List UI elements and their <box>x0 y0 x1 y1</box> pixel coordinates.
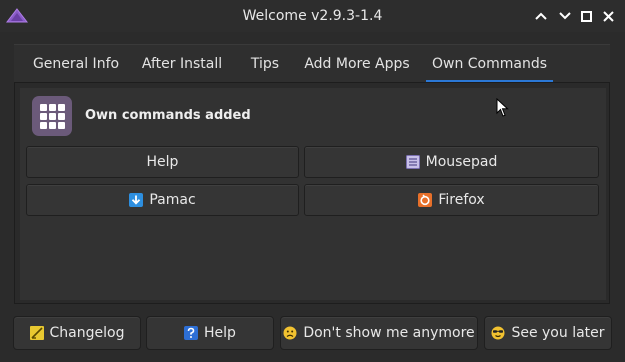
firefox-icon <box>418 193 433 207</box>
help-label: Help <box>204 325 236 341</box>
title-bar: Welcome v2.9.3-1.4 <box>0 0 625 32</box>
dont-show-label: Don't show me anymore <box>303 325 475 341</box>
mousepad-icon <box>405 155 420 169</box>
pamac-command-button[interactable]: Pamac <box>26 184 299 216</box>
mousepad-command-button[interactable]: Mousepad <box>304 146 599 178</box>
tab-general-info[interactable]: General Info <box>26 45 126 81</box>
help-command-button[interactable]: Help <box>26 146 299 178</box>
mouse-cursor-icon <box>496 97 509 122</box>
firefox-command-label: Firefox <box>438 192 485 208</box>
keep-above-icon[interactable] <box>530 5 552 27</box>
changelog-button[interactable]: Changelog <box>13 316 141 350</box>
minimize-icon[interactable] <box>554 5 576 27</box>
mousepad-command-label: Mousepad <box>425 154 498 170</box>
tab-add-more-apps[interactable]: Add More Apps <box>302 45 412 81</box>
app-grid-icon <box>32 96 72 136</box>
sunglasses-face-icon <box>491 326 505 340</box>
see-you-later-button[interactable]: See you later <box>484 316 612 350</box>
changelog-label: Changelog <box>49 325 125 341</box>
tab-bar: General Info After Install Tips Add More… <box>14 44 610 83</box>
tab-own-commands[interactable]: Own Commands <box>426 45 553 83</box>
sad-face-icon <box>283 326 297 340</box>
pamac-download-icon <box>129 193 144 207</box>
maximize-icon[interactable] <box>575 5 597 27</box>
pamac-command-label: Pamac <box>149 192 196 208</box>
question-icon <box>184 326 199 340</box>
firefox-command-button[interactable]: Firefox <box>304 184 599 216</box>
changelog-icon <box>29 326 44 340</box>
close-icon[interactable] <box>597 5 619 27</box>
section-title: Own commands added <box>85 108 251 123</box>
see-you-later-label: See you later <box>511 325 605 341</box>
help-button[interactable]: Help <box>146 316 274 350</box>
tab-tips[interactable]: Tips <box>241 45 289 81</box>
help-command-label: Help <box>146 154 179 170</box>
tab-after-install[interactable]: After Install <box>134 45 230 81</box>
dont-show-button[interactable]: Don't show me anymore <box>280 316 478 350</box>
